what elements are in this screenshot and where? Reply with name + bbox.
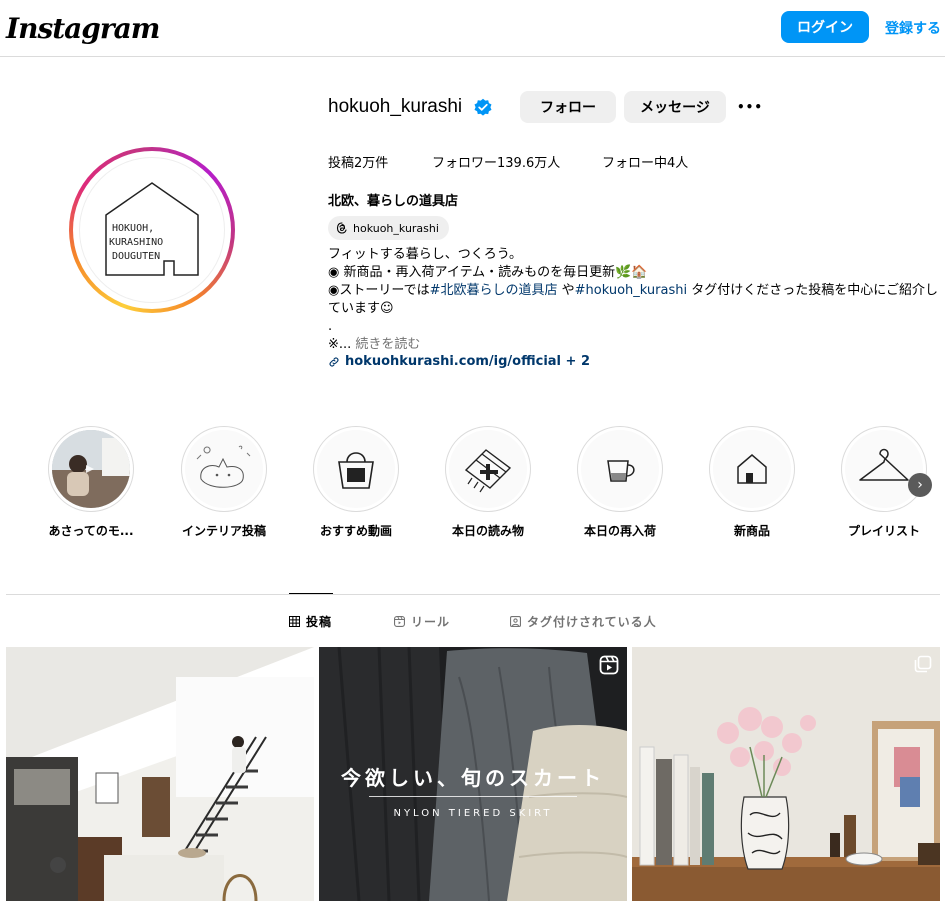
login-button[interactable]: ログイン [781,11,869,43]
post-thumbnail[interactable]: 今欲しい、旬のスカート NYLON TIERED SKIRT [319,647,627,901]
profile-username: hokuoh_kurashi [328,96,463,117]
grid-icon [289,616,300,627]
hanger-icon [859,448,909,481]
post-thumbnail[interactable] [6,647,314,901]
post-overlay-title: 今欲しい、旬のスカート [341,766,605,790]
highlight-label: 本日の読み物 [451,524,524,538]
profile-avatar[interactable]: HOKUOH, KURASHINO DOUGUTEN [69,147,235,313]
post-image-flowers [632,647,940,901]
highlight-label: おすすめ動画 [319,524,392,538]
cat-drawing-icon [196,445,251,488]
bio-line-3: ◉ストーリーでは#北欧暮らしの道具店 や#hokuoh_kurashi タグ付け… [328,283,938,316]
verified-badge-icon [474,98,492,116]
posts-count: 投稿2万件 [328,156,389,171]
signup-link[interactable]: 登録する [885,18,941,38]
bio-line-1: フィットする暮らし、つくろう。 [328,247,522,262]
tab-tagged[interactable]: タグ付けされている人 [510,613,657,630]
link-icon [329,357,339,366]
cup-icon [607,460,635,482]
active-tab-indicator [289,593,333,594]
threads-badge[interactable]: hokuoh_kurashi [328,216,449,240]
avatar-text-2: KURASHINO [109,237,163,248]
book-icon [464,449,512,493]
post-overlay-subtitle: NYLON TIERED SKIRT [393,808,553,819]
reels-icon [394,616,405,627]
highlight-item[interactable]: あさってのモ... [41,426,141,539]
chevron-right-icon: › [917,477,923,493]
carousel-icon [914,655,932,673]
highlight-label: プレイリスト [847,524,920,538]
message-button[interactable]: メッセージ [624,91,726,123]
tab-posts[interactable]: 投稿 [289,613,332,630]
threads-icon [336,222,347,234]
tote-bag-icon [338,452,374,489]
more-options-button[interactable]: ••• [737,94,763,120]
tabs-divider [6,594,940,595]
bio-line-5: ※... 続きを読む [328,337,421,352]
hashtag-link[interactable]: #北欧暮らしの道具店 [430,283,558,298]
instagram-logo[interactable]: Instagram [6,12,160,45]
reels-icon [599,655,619,675]
house-icon [737,454,767,484]
more-options-icon: ••• [737,100,764,114]
avatar-text-1: HOKUOH, [112,223,154,234]
bio-line-2: ◉ 新商品・再入荷アイテム・読みものを毎日更新🌿🏠 [328,265,648,280]
highlight-item[interactable]: 新商品 [702,426,802,539]
followers-count[interactable]: フォロワー139.6万人 [432,152,560,171]
video-thumbnail [52,430,130,508]
highlight-item[interactable]: 本日の読み物 [438,426,538,539]
bio-line-4: . [328,319,333,334]
profile-full-name: 北欧、暮らしの道具店 [328,194,459,209]
tab-reels[interactable]: リール [394,613,450,630]
highlight-item[interactable]: おすすめ動画 [306,426,406,539]
post-image-interior [6,647,314,901]
highlights-next-button[interactable]: › [908,473,932,497]
house-logo-icon: HOKUOH, KURASHINO DOUGUTEN [105,182,199,276]
tagged-icon [510,616,521,627]
threads-handle: hokuoh_kurashi [353,221,439,235]
post-thumbnail[interactable] [632,647,940,901]
follow-button[interactable]: フォロー [520,91,616,123]
hashtag-link[interactable]: #hokuoh_kurashi [575,283,687,298]
following-count[interactable]: フォロー中4人 [602,152,688,171]
highlight-item[interactable]: インテリア投稿 [174,426,274,539]
avatar-text-3: DOUGUTEN [112,251,160,262]
post-overlay-rule [369,796,577,797]
profile-bio: フィットする暮らし、つくろう。 ◉ 新商品・再入荷アイテム・読みものを毎日更新🌿… [328,246,940,354]
highlight-item[interactable]: 本日の再入荷 [570,426,670,539]
highlight-label: 新商品 [733,524,770,538]
highlight-label: あさってのモ... [48,524,134,538]
profile-external-link[interactable]: hokuohkurashi.com/ig/official + 2 [328,354,590,369]
avatar-image: HOKUOH, KURASHINO DOUGUTEN [79,157,225,303]
top-nav: Instagram ログイン 登録する [0,0,945,57]
highlight-label: インテリア投稿 [181,524,266,538]
highlight-label: 本日の再入荷 [583,524,656,538]
read-more-link[interactable]: 続きを読む [351,337,420,352]
